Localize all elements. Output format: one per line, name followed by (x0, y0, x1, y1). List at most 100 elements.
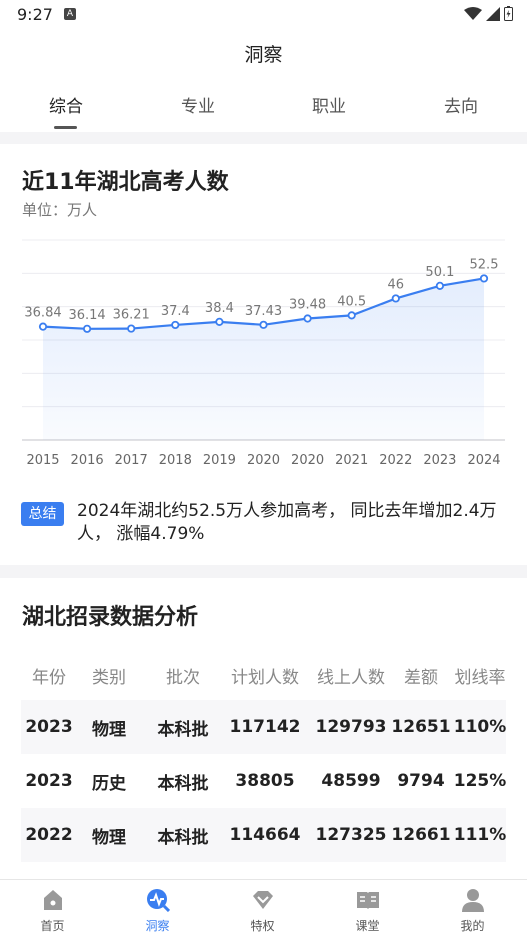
cell-line-rate: 111% (453, 825, 507, 845)
cell-year: 2023 (25, 717, 73, 737)
data-point (391, 294, 400, 303)
data-label: 52.5 (470, 257, 499, 272)
x-tick-label: 2021 (335, 453, 368, 468)
insight-icon (147, 889, 170, 912)
notification-icon: A (64, 8, 76, 20)
cell-planned: 38805 (235, 771, 295, 791)
x-tick-label: 2023 (423, 453, 456, 468)
summary-badge: 总结 (21, 502, 64, 526)
table-row: 2023 物理 本科批 117142 129793 12651 110% (21, 700, 506, 754)
data-point (259, 320, 268, 329)
cell-above-line: 129793 (315, 717, 387, 737)
data-point (347, 311, 356, 320)
cell-batch: 本科批 (157, 827, 209, 848)
x-tick-label: 2018 (159, 453, 192, 468)
header-planned: 计划人数 (231, 667, 299, 688)
data-label: 38.4 (205, 301, 234, 316)
data-label: 39.48 (289, 298, 326, 313)
data-point (479, 274, 489, 283)
header-year: 年份 (32, 667, 66, 688)
data-point (171, 320, 180, 330)
header-category: 类别 (92, 667, 126, 688)
x-tick-label: 2020 (247, 453, 280, 468)
chart-title: 近11年湖北高考人数 (22, 170, 229, 195)
header-line-rate: 划线率 (454, 667, 506, 688)
nav-mine-label: 我的 (460, 919, 485, 933)
data-label: 36.84 (24, 306, 61, 321)
summary-text: 2024年湖北约52.5万人参加高考， 同比去年增加2.4万人， 涨幅4.79% (77, 501, 497, 544)
data-point (83, 324, 92, 333)
nav-privilege[interactable]: 特权 (210, 880, 315, 939)
diamond-icon (253, 891, 273, 909)
cell-above-line: 127325 (315, 825, 387, 845)
header-difference: 差额 (404, 667, 438, 688)
x-tick-label: 2016 (71, 453, 104, 468)
bottom-nav: 首页 洞察 特权 课堂 我的 (0, 879, 527, 938)
x-tick-label: 2019 (203, 453, 236, 468)
cell-batch: 本科批 (157, 719, 209, 740)
table-row: 2022 物理 本科批 114664 127325 12661 111% (21, 808, 506, 862)
status-time: 9:27 (17, 5, 53, 24)
admission-table: 年份 类别 批次 计划人数 线上人数 差额 划线率 2023 物理 本科批 117142 129793… (21, 650, 506, 862)
summary-box: 总结 2024年湖北约52.5万人参加高考， 同比去年增加2.4万人， 涨幅4.… (21, 500, 511, 546)
data-point (215, 317, 224, 326)
header-above-line: 线上人数 (317, 667, 385, 688)
status-icons (464, 6, 513, 21)
cell-planned: 114664 (229, 825, 301, 845)
nav-insight-label: 洞察 (145, 919, 170, 933)
data-label: 40.5 (337, 294, 366, 309)
cell-above-line: 48599 (321, 771, 381, 791)
chart-unit: 单位：万人 (22, 201, 98, 219)
tab-major[interactable]: 专业 (132, 92, 264, 117)
nav-mine[interactable]: 我的 (420, 880, 525, 939)
data-point (435, 281, 444, 290)
wifi-icon (464, 6, 482, 20)
cell-category: 物理 (92, 719, 126, 740)
nav-classroom[interactable]: 课堂 (315, 880, 420, 939)
nav-insight[interactable]: 洞察 (105, 880, 210, 939)
data-label: 36.21 (113, 308, 150, 323)
data-label: 36.14 (68, 308, 105, 323)
nav-home[interactable]: 首页 (0, 880, 105, 939)
cell-planned: 117142 (229, 717, 301, 737)
section-divider (0, 565, 527, 578)
tab-destination[interactable]: 去向 (395, 92, 527, 117)
book-icon (357, 892, 379, 909)
cell-category: 物理 (92, 827, 126, 848)
exam-count-chart: 36.84 2015 36.14 2016 36.21 2017 37.4 2018 38.4 2… (22, 239, 505, 468)
table-header-row: 年份 类别 批次 计划人数 线上人数 差额 划线率 (21, 650, 506, 700)
active-tab-indicator (54, 126, 77, 129)
section-divider (0, 132, 527, 144)
battery-icon (504, 6, 513, 21)
data-label: 46 (388, 277, 405, 292)
data-label: 50.1 (425, 265, 454, 280)
status-bar: 9:27 A (0, 0, 527, 30)
table-row: 2023 历史 本科批 38805 48599 9794 125% (21, 754, 506, 808)
cell-line-rate: 125% (453, 771, 507, 791)
nav-home-label: 首页 (40, 919, 65, 933)
signal-icon (486, 6, 500, 21)
cell-line-rate: 110% (453, 717, 507, 737)
data-point (38, 322, 48, 331)
series-area (43, 278, 484, 440)
cell-year: 2023 (25, 771, 73, 791)
nav-privilege-label: 特权 (250, 919, 275, 933)
cell-difference: 12651 (391, 717, 451, 737)
data-point (303, 314, 312, 323)
tab-career[interactable]: 职业 (263, 92, 395, 117)
x-tick-label: 2024 (467, 453, 500, 468)
data-label: 37.43 (245, 304, 282, 319)
tab-overview[interactable]: 综合 (0, 92, 132, 117)
x-tick-label: 2017 (115, 453, 148, 468)
cell-difference: 9794 (397, 771, 445, 791)
x-tick-label: 2022 (379, 453, 412, 468)
cell-batch: 本科批 (157, 773, 209, 794)
home-icon (44, 890, 62, 910)
cell-year: 2022 (25, 825, 73, 845)
cell-category: 历史 (92, 773, 126, 794)
page-title: 洞察 (244, 44, 283, 66)
table-title: 湖北招录数据分析 (22, 605, 199, 630)
x-tick-label: 2015 (26, 453, 59, 468)
data-point (127, 324, 136, 333)
person-icon (462, 889, 484, 912)
